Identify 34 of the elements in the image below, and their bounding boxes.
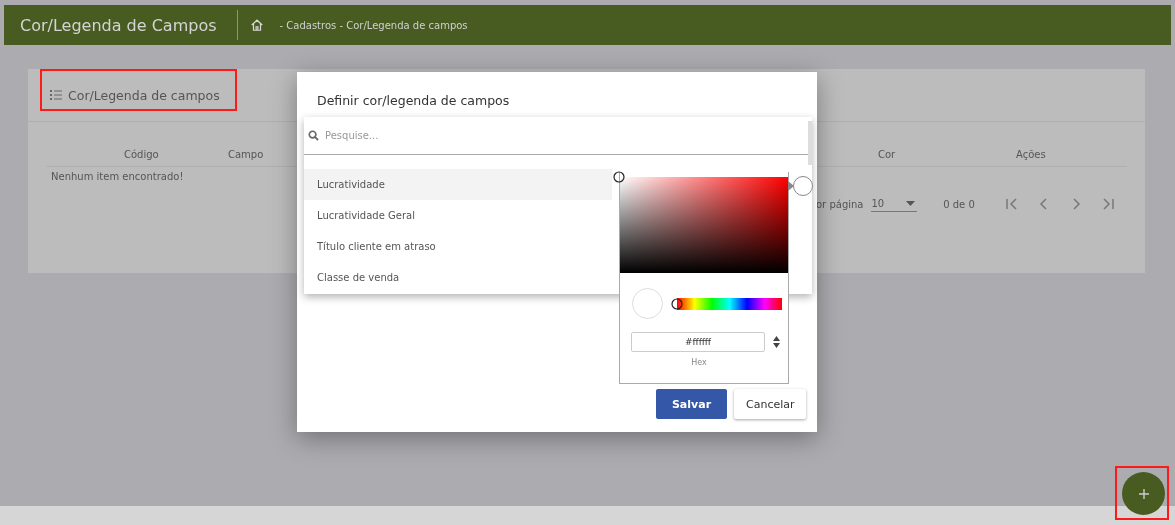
saturation-area[interactable] bbox=[620, 177, 788, 273]
dialog-title: Definir cor/legenda de campos bbox=[317, 93, 510, 108]
list-icon bbox=[50, 90, 62, 100]
page-range: 0 de 0 bbox=[943, 198, 975, 210]
dropdown-arrow-icon bbox=[906, 201, 916, 206]
save-button[interactable]: Salvar bbox=[656, 389, 727, 419]
search-icon bbox=[308, 130, 319, 141]
dropdown-option[interactable]: Classe de venda bbox=[304, 262, 612, 293]
highlight-frame bbox=[1115, 466, 1169, 520]
search-input[interactable]: Pesquise... bbox=[323, 129, 808, 142]
empty-message: Nenhum item encontrado! bbox=[51, 171, 184, 182]
dropdown-option[interactable]: Lucratividade bbox=[304, 169, 612, 200]
hex-label: Hex bbox=[690, 358, 708, 367]
dropdown-option[interactable]: Título cliente em atraso bbox=[304, 231, 612, 262]
plus-icon bbox=[1138, 488, 1149, 499]
column-header: Ações bbox=[1016, 149, 1046, 160]
hex-input[interactable]: #ffffff bbox=[631, 332, 765, 352]
column-header: Campo bbox=[228, 149, 264, 160]
page-size-select[interactable]: 10 bbox=[871, 196, 918, 212]
dropdown-option[interactable]: Lucratividade Geral bbox=[304, 200, 612, 231]
items-per-page-label: or página bbox=[816, 198, 864, 210]
add-button[interactable] bbox=[1122, 472, 1165, 515]
breadcrumb: - Cadastros - Cor/Legenda de campos bbox=[279, 19, 468, 31]
page-title: Cor/Legenda de Campos bbox=[20, 15, 217, 35]
column-header: Cor bbox=[878, 149, 896, 160]
color-toggle-icon[interactable] bbox=[788, 175, 814, 197]
hue-handle-icon[interactable] bbox=[671, 297, 683, 310]
card-title: Cor/Legenda de campos bbox=[68, 87, 220, 103]
column-header: Código bbox=[124, 149, 159, 160]
stepper-icon[interactable] bbox=[773, 336, 780, 348]
picker-handle-icon[interactable] bbox=[613, 171, 625, 183]
home-icon[interactable] bbox=[249, 18, 264, 32]
color-preview bbox=[632, 288, 663, 319]
cancel-button[interactable]: Cancelar bbox=[734, 389, 806, 419]
